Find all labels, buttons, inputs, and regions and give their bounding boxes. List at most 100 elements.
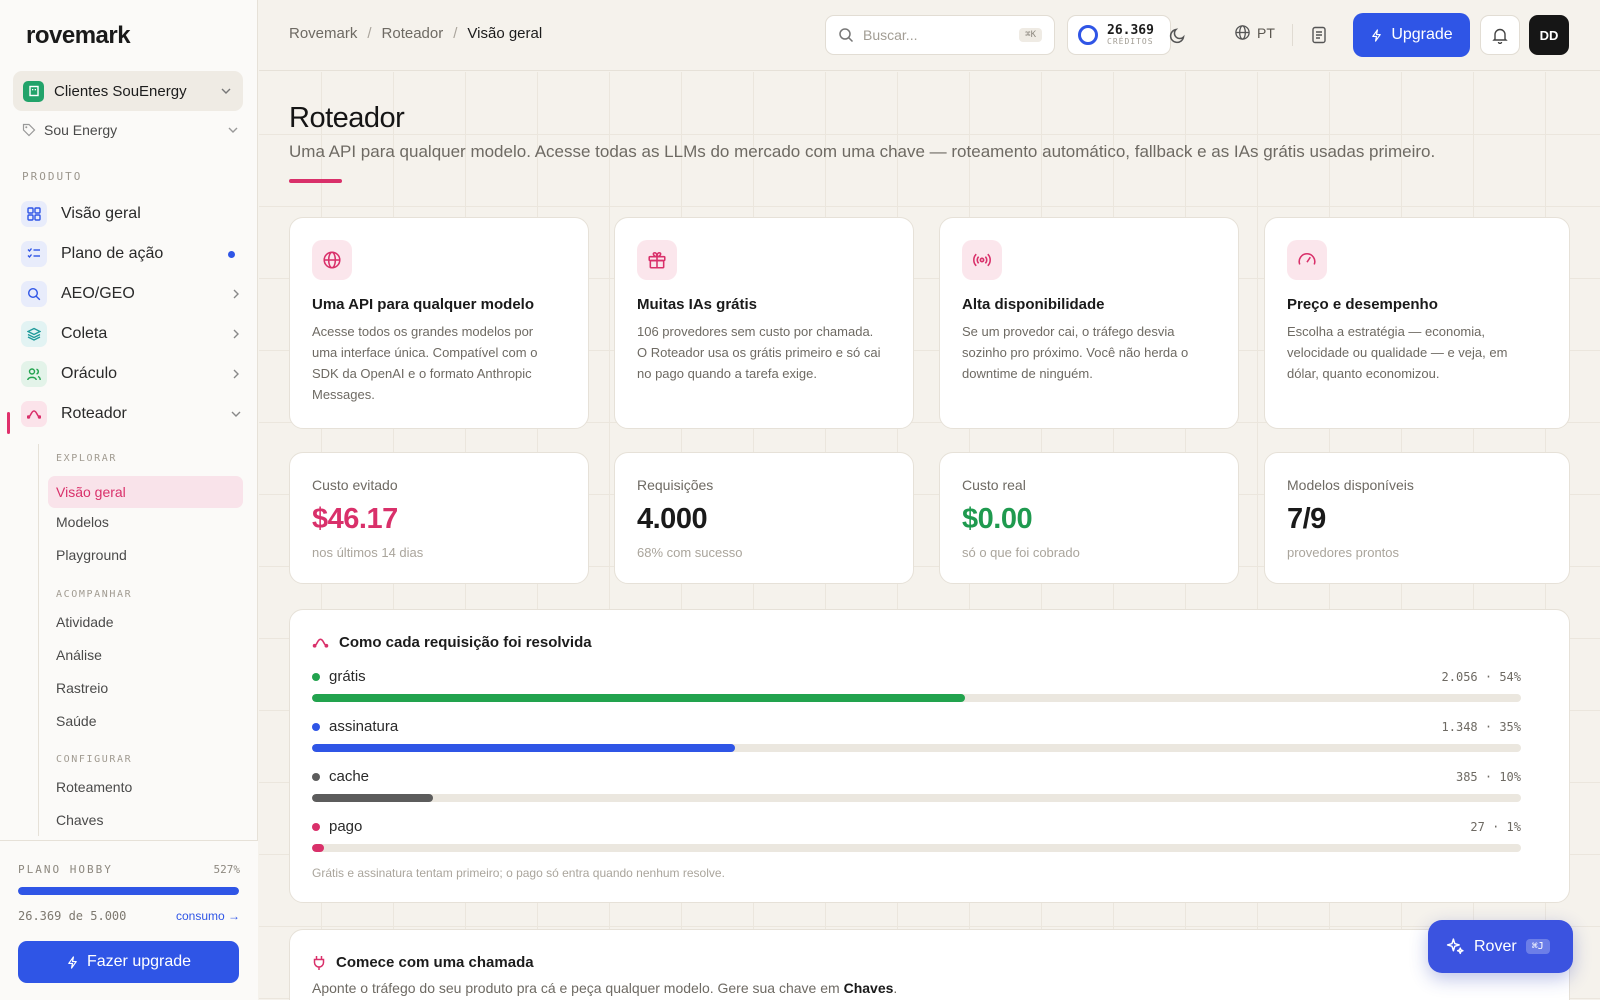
document-icon[interactable] [1308, 24, 1330, 46]
sub-org-selector[interactable]: Sou Energy [22, 122, 240, 138]
gift-icon [637, 240, 677, 280]
resolution-row-name: grátis [312, 668, 366, 685]
sidebar-item-visao-geral[interactable]: Visão geral [21, 197, 243, 231]
sidebar-item-roteador[interactable]: Roteador [21, 397, 243, 431]
topbar-divider [1292, 24, 1293, 46]
sidebar-item-label: Oráculo [61, 365, 118, 382]
rover-label: Rover [1474, 937, 1517, 955]
route-icon [21, 401, 47, 427]
subsection-acompanhar: ACOMPANHAR [56, 589, 133, 600]
feature-title: Muitas IAs grátis [637, 296, 758, 313]
sidebar: rovemark Clientes SouEnergy Sou Energy P… [0, 0, 258, 1000]
subnav-item-analise[interactable]: Análise [56, 647, 102, 663]
org-selector[interactable]: Clientes SouEnergy [13, 71, 243, 111]
rover-assistant-button[interactable]: Rover ⌘J [1428, 920, 1573, 973]
sidebar-item-plano-de-acao[interactable]: Plano de ação [21, 237, 243, 271]
stat-note: só o que foi cobrado [962, 545, 1080, 560]
resolution-row-label: cache [329, 768, 370, 785]
rover-shortcut: ⌘J [1525, 939, 1550, 954]
subnav-item-label: Visão geral [56, 484, 126, 500]
resolution-row-count: 385 · 10% [1455, 770, 1521, 784]
plan-label: PLANO HOBBY [18, 863, 113, 876]
resolution-card: Como cada requisição foi resolvida gráti… [289, 609, 1570, 903]
resolution-row-count: 1.348 · 35% [1441, 720, 1521, 734]
resolution-row-count: 2.056 · 54% [1441, 670, 1521, 684]
checklist-icon [21, 241, 47, 267]
sidebar-item-label: Visão geral [61, 205, 141, 222]
chevron-right-icon [233, 329, 239, 339]
resolution-bar-fill [312, 794, 433, 802]
chevron-right-icon [233, 369, 239, 379]
breadcrumb-item-rovemark[interactable]: Rovemark [289, 25, 357, 42]
notifications-button[interactable] [1480, 15, 1520, 55]
page-title: Roteador [289, 102, 405, 134]
sidebar-item-oraculo[interactable]: Oráculo [21, 357, 243, 391]
upgrade-button[interactable]: Upgrade [1353, 13, 1470, 57]
language-selector[interactable]: PT [1234, 24, 1275, 41]
search-shortcut: ⌘K [1019, 28, 1042, 42]
title-accent [289, 179, 342, 183]
resolution-bar-track [312, 794, 1521, 802]
resolution-footnote: Grátis e assinatura tentam primeiro; o p… [312, 866, 725, 880]
bell-icon [1492, 28, 1508, 44]
route-icon [312, 638, 329, 648]
active-indicator [7, 412, 10, 434]
stat-value: 4.000 [637, 503, 708, 535]
stat-value: 7/9 [1287, 503, 1326, 535]
subnav-item-modelos[interactable]: Modelos [56, 514, 109, 530]
credits-value: 26.369 [1107, 23, 1154, 38]
resolution-bar-track [312, 744, 1521, 752]
legend-dot [312, 672, 320, 681]
subnav-item-roteamento[interactable]: Roteamento [56, 779, 132, 795]
resolution-row-count: 27 · 1% [1470, 820, 1521, 834]
breadcrumb-item-roteador[interactable]: Roteador [382, 25, 444, 42]
moon-icon[interactable] [1167, 24, 1189, 46]
subnav-divider [38, 444, 39, 836]
plan-usage-text: 26.369 de 5.000 [18, 909, 127, 923]
breadcrumb: Rovemark / Roteador / Visão geral [289, 25, 542, 42]
search-input[interactable]: Buscar... ⌘K [825, 15, 1055, 55]
subnav-item-chaves[interactable]: Chaves [56, 812, 103, 828]
credits-badge[interactable]: 26.369 CRÉDITOS [1067, 15, 1171, 55]
feature-card-availability: Alta disponibilidade Se um provedor cai,… [939, 217, 1239, 429]
stat-note: nos últimos 14 dias [312, 545, 424, 560]
sub-org-name: Sou Energy [44, 122, 118, 138]
stat-label: Requisições [637, 477, 714, 493]
resolution-bar-fill [312, 744, 736, 752]
plan-usage-bar [18, 887, 239, 895]
subnav-item-visao-geral[interactable]: Visão geral [48, 476, 243, 508]
building-icon [23, 80, 44, 102]
fazer-upgrade-button[interactable]: Fazer upgrade [18, 941, 239, 983]
sidebar-item-label: Coleta [61, 325, 108, 342]
resolution-bar-fill [312, 694, 965, 702]
breadcrumb-item-current: Visão geral [467, 25, 543, 42]
sidebar-item-coleta[interactable]: Coleta [21, 317, 243, 351]
sidebar-item-aeo-geo[interactable]: AEO/GEO [21, 277, 243, 311]
upgrade-label: Upgrade [1391, 26, 1453, 43]
stat-label: Modelos disponíveis [1287, 477, 1414, 493]
start-description-suffix: . [893, 980, 898, 996]
subnav-item-atividade[interactable]: Atividade [56, 614, 114, 630]
subnav-item-rastreio[interactable]: Rastreio [56, 680, 108, 696]
consumo-link[interactable]: consumo → [176, 909, 240, 923]
resolution-row-label: assinatura [329, 718, 399, 735]
breadcrumb-separator: / [367, 25, 372, 42]
chevron-down-icon [231, 411, 241, 417]
subnav-item-playground[interactable]: Playground [56, 547, 127, 563]
language-label: PT [1257, 24, 1275, 41]
resolution-row-name: assinatura [312, 718, 398, 735]
user-avatar[interactable]: DD [1529, 15, 1569, 55]
resolution-row-name: cache [312, 768, 369, 785]
chevron-right-icon [233, 289, 239, 299]
tag-icon [22, 123, 36, 137]
stat-card-custo-evitado: Custo evitado $46.17 nos últimos 14 dias [289, 452, 589, 584]
start-description: Aponte o tráfego do seu produto pra cá e… [312, 980, 897, 996]
stat-note: 68% com sucesso [637, 545, 743, 560]
chaves-link[interactable]: Chaves [844, 980, 894, 996]
app-logo[interactable]: rovemark [26, 22, 131, 50]
subnav-item-saude[interactable]: Saúde [56, 713, 96, 729]
feature-title: Uma API para qualquer modelo [312, 296, 534, 313]
stat-value: $46.17 [312, 503, 398, 535]
notification-dot [228, 250, 235, 258]
feature-card-pricing: Preço e desempenho Escolha a estratégia … [1264, 217, 1570, 429]
